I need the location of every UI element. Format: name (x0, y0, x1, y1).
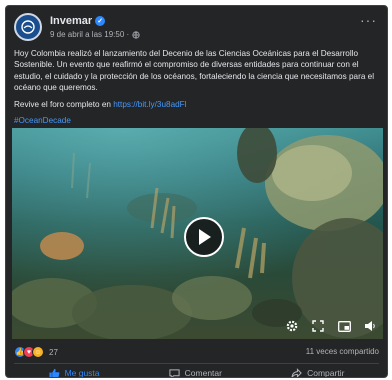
thumbs-up-icon (49, 368, 59, 377)
like-button[interactable]: Me gusta (49, 368, 100, 378)
timestamp-row: 9 de abril a las 19:50 · (50, 30, 140, 39)
volume-icon[interactable] (363, 319, 377, 333)
globe-icon (132, 30, 140, 39)
replay-line: Revive el foro completo en https://bit.l… (14, 99, 382, 110)
share-count[interactable]: 11 veces compartido (306, 347, 379, 356)
like-label: Me gusta (64, 368, 100, 378)
care-reaction-icon: ☺ (32, 346, 44, 358)
replay-prefix: Revive el foro completo en (14, 99, 114, 109)
comment-label: Comentar (184, 368, 222, 378)
video-controls (285, 319, 377, 333)
more-options-icon[interactable]: ··· (360, 13, 377, 27)
comment-button[interactable]: Comentar (169, 368, 222, 378)
post-actions: Me gusta Comentar Compartir (14, 363, 379, 378)
page-name[interactable]: Invemar (50, 15, 92, 27)
post-header: Invemar ✓ 9 de abril a las 19:50 · ··· (14, 13, 379, 45)
reactions-summary[interactable]: 👍 ♥ ☺ 27 (14, 346, 58, 358)
share-icon (291, 367, 302, 377)
post-paragraph: Hoy Colombia realizó el lanzamiento del … (14, 49, 375, 93)
post-body: Hoy Colombia realizó el lanzamiento del … (14, 48, 382, 131)
picture-in-picture-icon[interactable] (337, 319, 351, 333)
post-card: Invemar ✓ 9 de abril a las 19:50 · ··· H… (5, 5, 388, 378)
fullscreen-icon[interactable] (311, 319, 325, 333)
hashtag-link[interactable]: #OceanDecade (14, 115, 382, 126)
invemar-logo-icon (21, 20, 35, 34)
reaction-count: 27 (49, 347, 58, 357)
settings-gear-icon[interactable] (285, 319, 299, 333)
comment-icon (169, 368, 180, 377)
post-timestamp[interactable]: 9 de abril a las 19:50 · (50, 30, 129, 39)
video-player[interactable] (12, 128, 383, 339)
play-button[interactable] (184, 217, 224, 257)
avatar[interactable] (14, 13, 42, 41)
play-icon (199, 229, 211, 245)
page-name-row: Invemar ✓ (50, 15, 106, 27)
post-stats: 👍 ♥ ☺ 27 11 veces compartido (14, 346, 379, 360)
replay-link[interactable]: https://bit.ly/3u8adFl (113, 100, 186, 109)
share-button[interactable]: Compartir (291, 367, 345, 378)
share-label: Compartir (307, 368, 345, 378)
verified-icon: ✓ (95, 16, 106, 26)
